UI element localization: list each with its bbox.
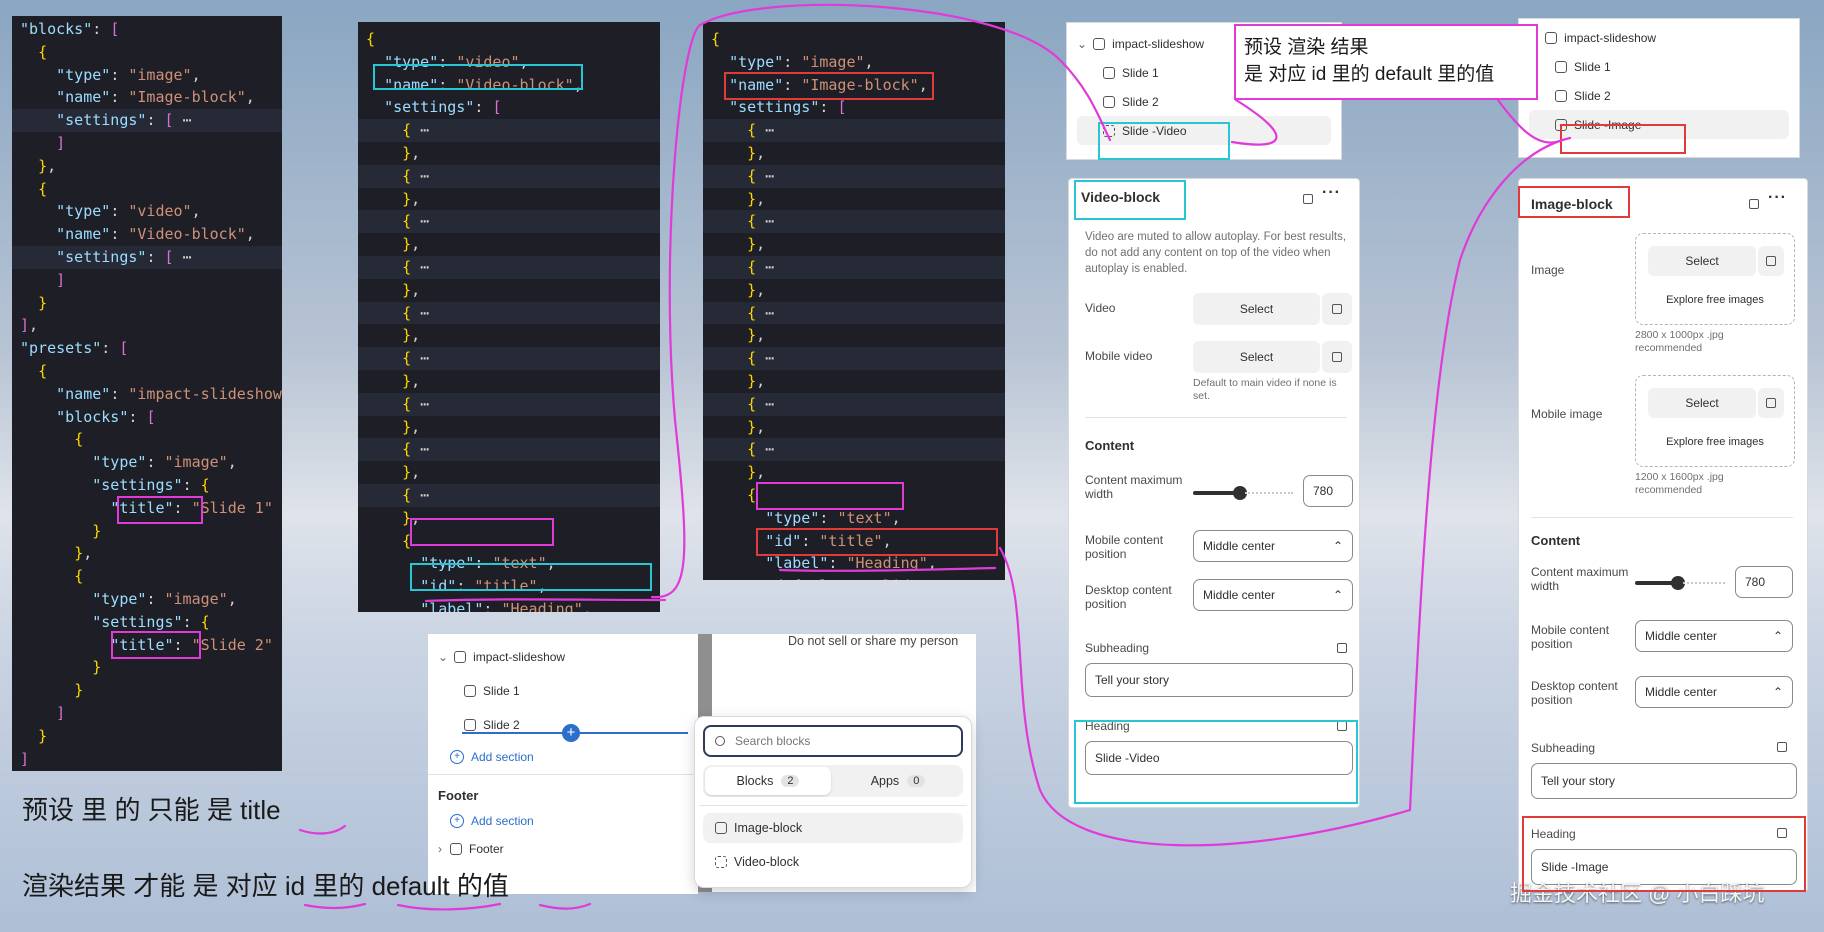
annotation-strokes (298, 3, 1572, 911)
